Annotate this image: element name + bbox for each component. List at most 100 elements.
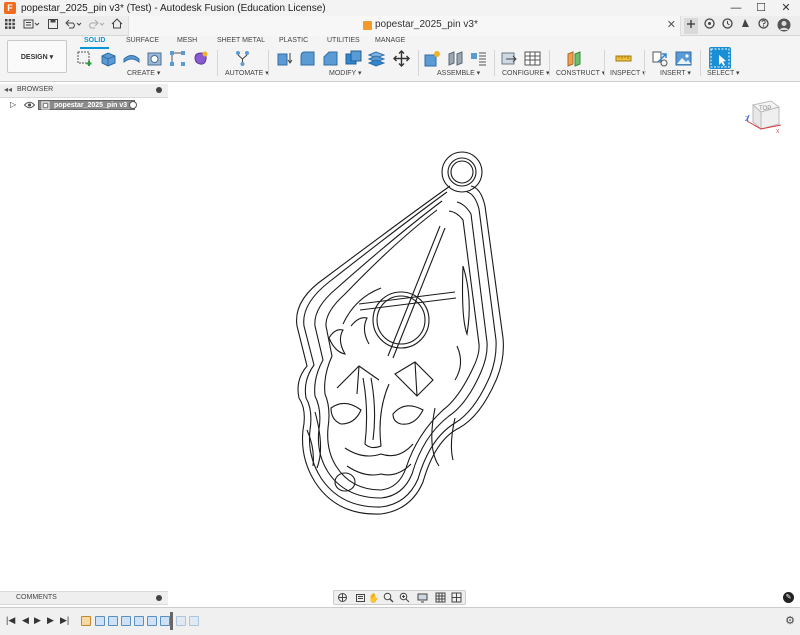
assemble-group-label[interactable]: ASSEMBLE ▾ xyxy=(437,69,480,77)
timeline-extrude-feature[interactable] xyxy=(160,616,170,626)
construct-group-label[interactable]: CONSTRUCT ▾ xyxy=(556,69,605,77)
timeline-previous-icon[interactable]: ◀ xyxy=(22,615,29,626)
insert-canvas-icon[interactable] xyxy=(675,50,692,67)
browser-pin-icon[interactable] xyxy=(156,87,162,93)
combine-icon[interactable] xyxy=(367,50,386,67)
configure-icon[interactable] xyxy=(501,50,518,67)
collapse-browser-icon[interactable]: ◂◂ xyxy=(4,85,12,94)
viewcube-face-label[interactable]: TOP xyxy=(759,106,771,112)
timeline-first-icon[interactable]: |◀ xyxy=(6,615,15,626)
configuration-table-icon[interactable] xyxy=(524,50,541,67)
tab-utilities[interactable]: UTILITIES xyxy=(327,37,360,44)
browser-panel-header[interactable]: ◂◂ BROWSER xyxy=(0,84,168,98)
minimize-button[interactable]: — xyxy=(724,0,748,16)
new-tab-icon[interactable] xyxy=(684,18,698,34)
extrude-icon[interactable] xyxy=(100,50,117,67)
create-sketch-icon[interactable] xyxy=(77,50,94,67)
assemble-table-icon[interactable] xyxy=(470,50,487,67)
insert-group-label[interactable]: INSERT ▾ xyxy=(660,69,691,77)
maximize-button[interactable]: ☐ xyxy=(749,0,773,16)
create-group-label[interactable]: CREATE ▾ xyxy=(127,69,160,77)
model-canvas-drawing[interactable] xyxy=(285,148,515,524)
timeline-suppressed-feature[interactable] xyxy=(176,616,186,626)
configure-group-label[interactable]: CONFIGURE ▾ xyxy=(502,69,549,77)
comments-add-icon[interactable] xyxy=(156,595,162,601)
fit-icon[interactable] xyxy=(398,592,410,604)
pan-hand-icon[interactable]: ✋ xyxy=(368,592,380,604)
timeline-marker[interactable] xyxy=(170,612,173,630)
file-menu-icon[interactable] xyxy=(22,18,42,34)
user-avatar[interactable] xyxy=(776,18,792,34)
offset-plane-icon[interactable] xyxy=(566,50,583,67)
insert-derive-icon[interactable] xyxy=(652,50,669,67)
look-at-icon[interactable] xyxy=(354,592,366,604)
home-icon[interactable] xyxy=(110,18,124,34)
select-group-label[interactable]: SELECT ▾ xyxy=(707,69,740,77)
group-separator xyxy=(644,50,645,76)
timeline-extrude-feature[interactable] xyxy=(95,616,105,626)
save-icon[interactable] xyxy=(47,18,59,34)
orbit-icon[interactable] xyxy=(336,592,348,604)
tab-plastic[interactable]: PLASTIC xyxy=(279,37,308,44)
timeline-sketch-feature[interactable] xyxy=(81,616,91,626)
timeline-extrude-feature[interactable] xyxy=(134,616,144,626)
job-status-icon[interactable] xyxy=(720,18,734,34)
comments-panel-header[interactable]: COMMENTS xyxy=(0,591,168,605)
display-settings-icon[interactable] xyxy=(416,592,428,604)
timeline-suppressed-feature[interactable] xyxy=(189,616,199,626)
zoom-icon[interactable] xyxy=(382,592,394,604)
tab-mesh[interactable]: MESH xyxy=(177,37,197,44)
joint-icon[interactable] xyxy=(447,50,464,67)
redo-icon[interactable] xyxy=(86,18,106,34)
data-panel-icon[interactable] xyxy=(702,18,716,34)
create-form-icon[interactable] xyxy=(192,50,209,67)
shell-icon[interactable] xyxy=(345,50,362,67)
viewcube[interactable]: TOP Z X xyxy=(745,97,783,135)
modify-group-label[interactable]: MODIFY ▾ xyxy=(329,69,362,77)
timeline-extrude-feature[interactable] xyxy=(121,616,131,626)
undo-icon[interactable] xyxy=(64,18,84,34)
automate-icon[interactable] xyxy=(234,50,251,67)
help-icon[interactable] xyxy=(756,18,770,34)
close-window-button[interactable]: ✕ xyxy=(774,0,798,16)
timeline-next-icon[interactable]: ▶ xyxy=(47,615,54,626)
activate-component-radio[interactable] xyxy=(129,101,137,109)
visibility-eye-icon[interactable] xyxy=(23,101,36,111)
app-grid-icon[interactable] xyxy=(4,18,16,34)
grid-snaps-icon[interactable] xyxy=(434,592,446,604)
chamfer-icon[interactable] xyxy=(322,50,339,67)
tab-solid[interactable]: SOLID xyxy=(79,37,110,49)
timeline-play-icon[interactable]: ▶ xyxy=(34,615,41,626)
workspace-switcher-button[interactable]: DESIGN ▾ xyxy=(7,40,67,73)
viewports-icon[interactable] xyxy=(450,592,462,604)
feedback-icon[interactable]: ✎ xyxy=(783,592,794,603)
pattern-icon[interactable] xyxy=(169,50,186,67)
browser-root-node[interactable]: ▷ popestar_2025_pin v3 xyxy=(8,100,138,111)
timeline-settings-gear-icon[interactable]: ⚙ xyxy=(785,614,795,627)
group-separator xyxy=(494,50,495,76)
revolve-icon[interactable] xyxy=(123,50,140,67)
press-pull-icon[interactable] xyxy=(276,50,293,67)
tab-manage[interactable]: MANAGE xyxy=(375,37,405,44)
tab-surface[interactable]: SURFACE xyxy=(126,37,159,44)
automate-group-label[interactable]: AUTOMATE ▾ xyxy=(225,69,269,77)
comments-title: COMMENTS xyxy=(16,594,57,601)
expand-triangle-icon[interactable]: ▷ xyxy=(10,100,16,109)
document-tab[interactable]: popestar_2025_pin v3* ✕ xyxy=(128,16,681,36)
notifications-icon[interactable] xyxy=(738,18,752,34)
timeline-last-icon[interactable]: ▶| xyxy=(60,615,69,626)
measure-icon[interactable] xyxy=(615,50,632,67)
fillet-icon[interactable] xyxy=(299,50,316,67)
document-tab-title: popestar_2025_pin v3* xyxy=(375,19,478,30)
tab-sheet-metal[interactable]: SHEET METAL xyxy=(217,37,265,44)
root-component-item[interactable]: popestar_2025_pin v3 xyxy=(38,100,135,110)
timeline-extrude-feature[interactable] xyxy=(147,616,157,626)
timeline-extrude-feature[interactable] xyxy=(108,616,118,626)
select-icon[interactable] xyxy=(709,47,731,69)
close-tab-icon[interactable]: ✕ xyxy=(667,18,676,31)
move-copy-icon[interactable] xyxy=(393,50,410,67)
hole-icon[interactable] xyxy=(146,50,163,67)
timeline-bar: |◀ ◀ ▶ ▶ ▶| ⚙ xyxy=(0,607,800,635)
new-component-icon[interactable] xyxy=(424,50,441,67)
inspect-group-label[interactable]: INSPECT ▾ xyxy=(610,69,646,77)
